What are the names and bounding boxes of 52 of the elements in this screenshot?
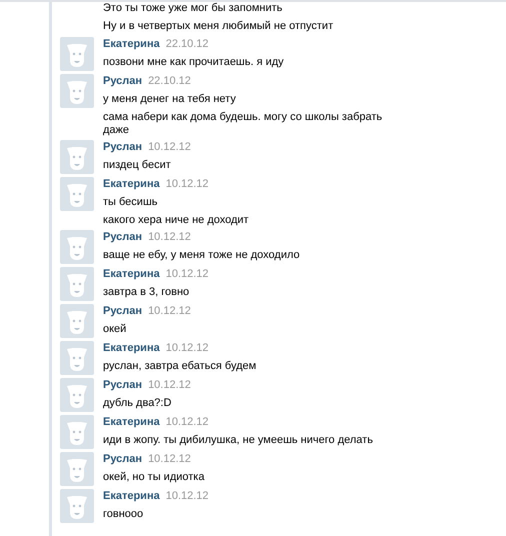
- author-name[interactable]: Руслан: [103, 74, 142, 88]
- avatar-icon[interactable]: [60, 230, 94, 264]
- author-name[interactable]: Руслан: [103, 452, 142, 466]
- message-text: позвони мне как прочитаешь. я иду: [103, 56, 285, 69]
- avatar-icon[interactable]: [60, 37, 94, 71]
- message-text: окей: [103, 323, 128, 336]
- avatar-icon[interactable]: [60, 489, 94, 523]
- message-text: Ну и в четвертых меня любимый не отпустит: [103, 20, 334, 33]
- message-text: ты бесишь: [103, 196, 158, 209]
- message-date: 22.10.12: [166, 37, 209, 51]
- message-date: 10.12.12: [166, 267, 209, 281]
- message-date: 10.12.12: [148, 230, 191, 244]
- message-date: 10.12.12: [148, 140, 191, 154]
- avatar-icon[interactable]: [60, 177, 94, 211]
- avatar-icon[interactable]: [60, 341, 94, 375]
- message-text: руслан, завтра ебаться будем: [103, 360, 258, 373]
- message-date: 10.12.12: [148, 452, 191, 466]
- avatar-icon[interactable]: [60, 140, 94, 174]
- message-text: сама набери как дома будешь. могу со школы забрать даже: [103, 111, 384, 137]
- message-date: 10.12.12: [166, 341, 209, 355]
- avatar-icon[interactable]: [60, 378, 94, 412]
- message-date: 10.12.12: [166, 177, 209, 191]
- author-name[interactable]: Екатерина: [103, 489, 160, 503]
- avatar-icon[interactable]: [60, 304, 94, 338]
- author-name[interactable]: Руслан: [103, 304, 142, 318]
- author-name[interactable]: Руслан: [103, 378, 142, 392]
- message-date: 10.12.12: [166, 489, 209, 503]
- message-text: говнооо: [103, 508, 144, 521]
- author-name[interactable]: Екатерина: [103, 415, 160, 429]
- author-name[interactable]: Екатерина: [103, 177, 160, 191]
- message-text: завтра в 3, говно: [103, 286, 190, 299]
- message-date: 10.12.12: [166, 415, 209, 429]
- author-name[interactable]: Екатерина: [103, 37, 160, 51]
- message-text: дубль два?:D: [103, 397, 172, 410]
- message-date: 22.10.12: [148, 74, 191, 88]
- avatar-icon[interactable]: [60, 415, 94, 449]
- message-text: ваще не ебу, у меня тоже не доходило: [103, 249, 301, 262]
- author-name[interactable]: Екатерина: [103, 341, 160, 355]
- message-text: у меня денег на тебя нету: [103, 93, 237, 106]
- message-date: 10.12.12: [148, 378, 191, 392]
- author-name[interactable]: Руслан: [103, 140, 142, 154]
- message-text: Это ты тоже уже мог бы запомнить: [103, 2, 284, 15]
- avatar-icon[interactable]: [60, 452, 94, 486]
- avatar-icon[interactable]: [60, 74, 94, 108]
- avatar-icon[interactable]: [60, 267, 94, 301]
- message-text: иди в жопу. ты дибилушка, не умеешь ничего делать: [103, 434, 374, 447]
- message-date: 10.12.12: [148, 304, 191, 318]
- author-name[interactable]: Екатерина: [103, 267, 160, 281]
- message-text: окей, но ты идиотка: [103, 471, 206, 484]
- message-text: какого хера ниче не доходит: [103, 214, 250, 227]
- message-text: пиздец бесит: [103, 159, 172, 172]
- author-name[interactable]: Руслан: [103, 230, 142, 244]
